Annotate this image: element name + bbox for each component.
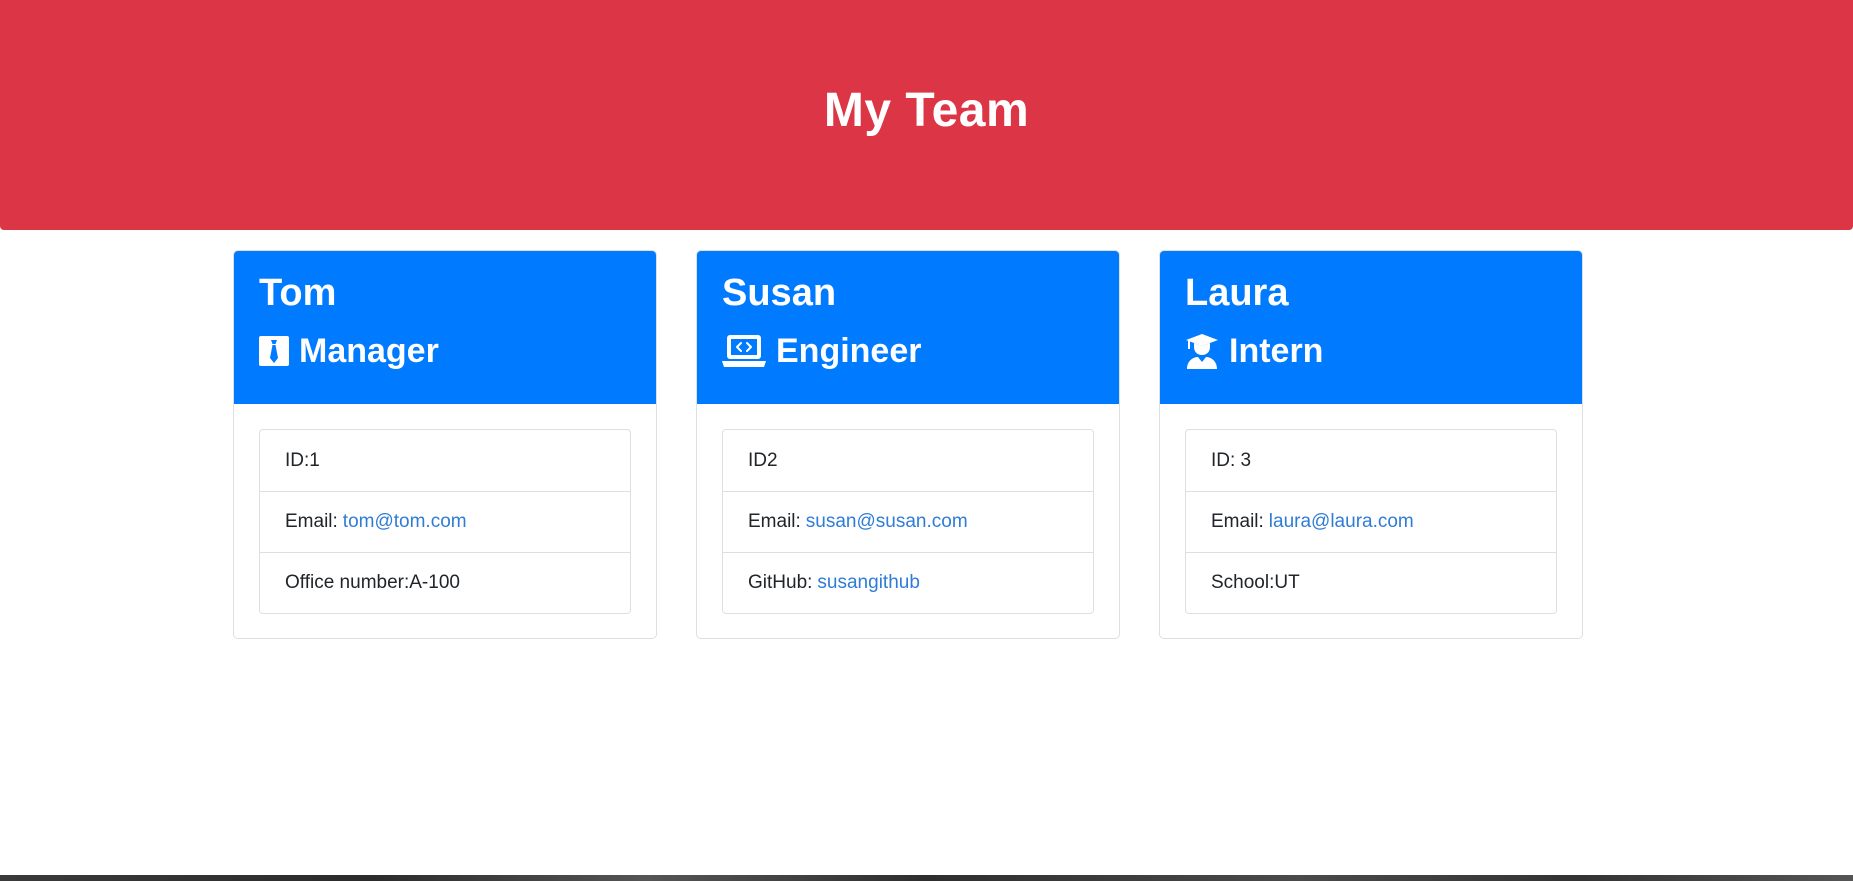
email-link[interactable]: laura@laura.com [1269,511,1414,533]
employee-role: Engineer [722,331,1094,371]
email-label: Email: [748,511,801,532]
laptop-code-icon [722,334,766,368]
employee-id: ID:1 [260,430,630,491]
employee-card-intern: Laura Intern ID: 3 Email: laura@laura.co… [1159,250,1583,639]
page: My Team Tom Manager ID:1 Email: tom@tom.… [0,0,1853,881]
school-text: School:UT [1211,572,1300,593]
card-header: Susan Engineer [697,251,1119,404]
page-title: My Team [823,83,1030,137]
employee-name: Susan [722,272,837,314]
employee-role-label: Intern [1229,332,1324,370]
employee-card-manager: Tom Manager ID:1 Email: tom@tom.com Offi… [233,250,657,639]
employee-details-list: ID:1 Email: tom@tom.com Office number:A-… [259,429,631,614]
taskbar-edge [0,875,1853,881]
employee-id: ID: 3 [1186,430,1556,491]
employee-office-number: Office number:A-100 [260,552,630,613]
card-body: ID: 3 Email: laura@laura.com School:UT [1160,404,1582,638]
email-link[interactable]: tom@tom.com [343,511,467,533]
graduate-icon [1185,333,1219,369]
employee-id: ID2 [723,430,1093,491]
employee-role-label: Engineer [776,332,922,370]
employee-name: Tom [259,272,337,314]
employee-name: Laura [1185,272,1289,314]
email-link[interactable]: susan@susan.com [806,511,968,533]
email-label: Email: [285,511,338,532]
employee-card-engineer: Susan Engineer ID2 Email: susan@susan.co… [696,250,1120,639]
employee-email: Email: susan@susan.com [723,491,1093,552]
employee-email: Email: tom@tom.com [260,491,630,552]
employee-role: Manager [259,331,631,371]
card-header: Laura Intern [1160,251,1582,404]
employee-details-list: ID2 Email: susan@susan.com GitHub: susan… [722,429,1094,614]
card-body: ID2 Email: susan@susan.com GitHub: susan… [697,404,1119,638]
email-label: Email: [1211,511,1264,532]
employee-role-label: Manager [299,332,439,370]
employee-details-list: ID: 3 Email: laura@laura.com School:UT [1185,429,1557,614]
card-header: Tom Manager [234,251,656,404]
office-number-text: Office number:A-100 [285,572,460,593]
employee-email: Email: laura@laura.com [1186,491,1556,552]
github-label: GitHub: [748,572,813,593]
employee-role: Intern [1185,331,1557,371]
tie-icon [259,336,289,366]
employee-id-text: ID:1 [285,449,320,471]
github-link[interactable]: susangithub [817,572,919,594]
employee-github: GitHub: susangithub [723,552,1093,613]
employee-id-text: ID2 [748,449,778,471]
page-header: My Team [0,0,1853,230]
card-body: ID:1 Email: tom@tom.com Office number:A-… [234,404,656,638]
employee-id-text: ID: 3 [1211,449,1252,471]
employee-school: School:UT [1186,552,1556,613]
